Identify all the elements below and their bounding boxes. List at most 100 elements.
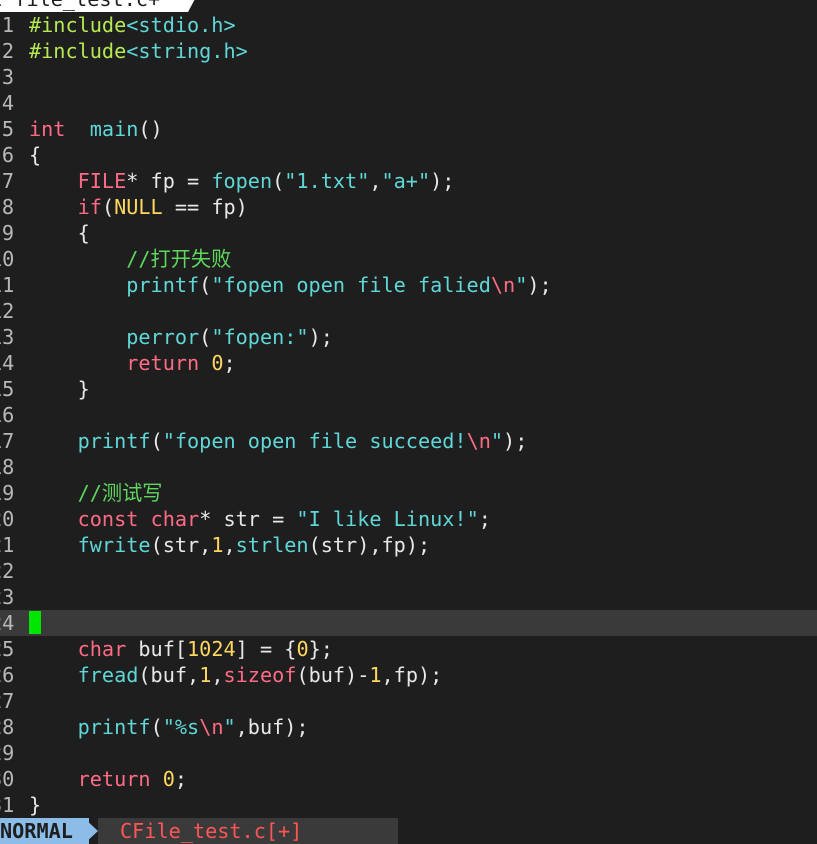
code-token: fwrite bbox=[77, 533, 151, 557]
line-number: 4 bbox=[1, 91, 14, 115]
line-number: 8 bbox=[1, 195, 14, 219]
code-token: (buf, bbox=[138, 663, 200, 687]
code-token: "%s bbox=[162, 715, 200, 739]
code-token: ); bbox=[503, 429, 528, 453]
code-line[interactable]: 31} bbox=[0, 792, 817, 818]
line-code: //测试写 bbox=[29, 480, 163, 506]
code-token: <string.h> bbox=[126, 39, 248, 63]
code-token: { bbox=[29, 143, 42, 167]
line-code: fread(buf,1,sizeof(buf)-1,fp); bbox=[29, 662, 443, 688]
code-line[interactable]: 23 bbox=[0, 584, 817, 610]
line-code: char buf[1024] = {0}; bbox=[29, 636, 333, 662]
code-token: 1 bbox=[199, 663, 212, 687]
code-line[interactable]: 9 { bbox=[0, 220, 817, 246]
tab-label: file_test.c+ bbox=[14, 0, 160, 11]
code-line[interactable]: 20 const char* str = "I like Linux!"; bbox=[0, 506, 817, 532]
line-number: 22 bbox=[0, 559, 15, 583]
line-code: #include<stdio.h> bbox=[29, 12, 236, 38]
line-number: 10 bbox=[0, 247, 15, 271]
line-number: 7 bbox=[1, 169, 14, 193]
code-token: return bbox=[126, 351, 200, 375]
code-token: * fp = bbox=[126, 169, 212, 193]
code-line[interactable]: 22 bbox=[0, 558, 817, 584]
code-token: { bbox=[29, 221, 90, 245]
tab-file-test[interactable]: 1 file_test.c+ bbox=[0, 0, 203, 12]
code-line[interactable]: 4 bbox=[0, 90, 817, 116]
code-token: <stdio.h> bbox=[126, 13, 236, 37]
code-token: } bbox=[29, 377, 90, 401]
line-number: 11 bbox=[0, 273, 15, 297]
code-line[interactable]: 29 bbox=[0, 740, 817, 766]
code-token: const bbox=[77, 507, 139, 531]
line-number: 29 bbox=[0, 741, 15, 765]
code-line[interactable]: 7 FILE* fp = fopen("1.txt","a+"); bbox=[0, 168, 817, 194]
code-line[interactable]: 21 fwrite(str,1,strlen(str),fp); bbox=[0, 532, 817, 558]
code-line[interactable]: 16 bbox=[0, 402, 817, 428]
line-code: return 0; bbox=[29, 350, 235, 376]
line-code: //打开失败 bbox=[29, 246, 231, 272]
code-token: 1 bbox=[369, 663, 382, 687]
code-token: strlen bbox=[235, 533, 309, 557]
code-line[interactable]: 25 char buf[1024] = {0}; bbox=[0, 636, 817, 662]
code-line[interactable]: 1 #include<stdio.h> bbox=[0, 12, 817, 38]
code-line[interactable]: 26 fread(buf,1,sizeof(buf)-1,fp); bbox=[0, 662, 817, 688]
line-code: int main() bbox=[29, 116, 163, 142]
line-number: 26 bbox=[0, 663, 15, 687]
current-line[interactable]: 24 bbox=[0, 610, 817, 636]
code-line[interactable]: 13 perror("fopen:"); bbox=[0, 324, 817, 350]
line-number: 6 bbox=[1, 143, 14, 167]
code-editor[interactable]: 1 #include<stdio.h> 2 #include<string.h> 3 4 5… bbox=[0, 12, 817, 818]
code-token: ( bbox=[199, 325, 212, 349]
line-code: } bbox=[29, 376, 90, 402]
code-token: ( bbox=[150, 715, 163, 739]
line-number: 18 bbox=[0, 455, 15, 479]
code-line[interactable]: 10 //打开失败 bbox=[0, 246, 817, 272]
code-token: "1.txt" bbox=[284, 169, 370, 193]
code-line[interactable]: 8 if(NULL == fp) bbox=[0, 194, 817, 220]
line-code: printf("fopen open file falied\n"); bbox=[29, 272, 552, 298]
line-number: 5 bbox=[1, 117, 14, 141]
code-line[interactable]: 17 printf("fopen open file succeed!\n"); bbox=[0, 428, 817, 454]
code-token: == fp) bbox=[162, 195, 248, 219]
code-line[interactable]: 3 bbox=[0, 64, 817, 90]
code-line[interactable]: 12 bbox=[0, 298, 817, 324]
code-token: 1024 bbox=[187, 637, 236, 661]
code-line[interactable]: 14 return 0; bbox=[0, 350, 817, 376]
code-token: ); bbox=[527, 273, 552, 297]
code-line[interactable]: 15 } bbox=[0, 376, 817, 402]
code-token: main bbox=[89, 117, 139, 141]
line-code: { bbox=[29, 142, 41, 168]
line-number: 3 bbox=[1, 65, 14, 89]
statusline: NORMAL CFile_test.c[+] bbox=[0, 818, 817, 844]
line-code: fwrite(str,1,strlen(str),fp); bbox=[29, 532, 431, 558]
code-token: if bbox=[77, 195, 102, 219]
line-number: 15 bbox=[0, 377, 15, 401]
code-line[interactable]: 5 int main() bbox=[0, 116, 817, 142]
mode-indicator: NORMAL bbox=[0, 818, 89, 844]
code-token: #include bbox=[29, 39, 127, 63]
code-token: buf[ bbox=[126, 637, 188, 661]
code-token: \n bbox=[490, 273, 516, 297]
code-line[interactable]: 28 printf("%s\n",buf); bbox=[0, 714, 817, 740]
code-line[interactable]: 27 bbox=[0, 688, 817, 714]
code-token: fopen bbox=[211, 169, 273, 193]
code-line[interactable]: 11 printf("fopen open file falied\n"); bbox=[0, 272, 817, 298]
code-token: "fopen open file falied bbox=[211, 273, 491, 297]
code-line[interactable]: 18 bbox=[0, 454, 817, 480]
code-token: 1 bbox=[211, 533, 224, 557]
code-line[interactable]: 19 //测试写 bbox=[0, 480, 817, 506]
code-line[interactable]: 2 #include<string.h> bbox=[0, 38, 817, 64]
code-line[interactable]: 30 return 0; bbox=[0, 766, 817, 792]
code-token: , bbox=[223, 533, 236, 557]
code-line[interactable]: 6{ bbox=[0, 142, 817, 168]
code-token: , bbox=[211, 663, 224, 687]
